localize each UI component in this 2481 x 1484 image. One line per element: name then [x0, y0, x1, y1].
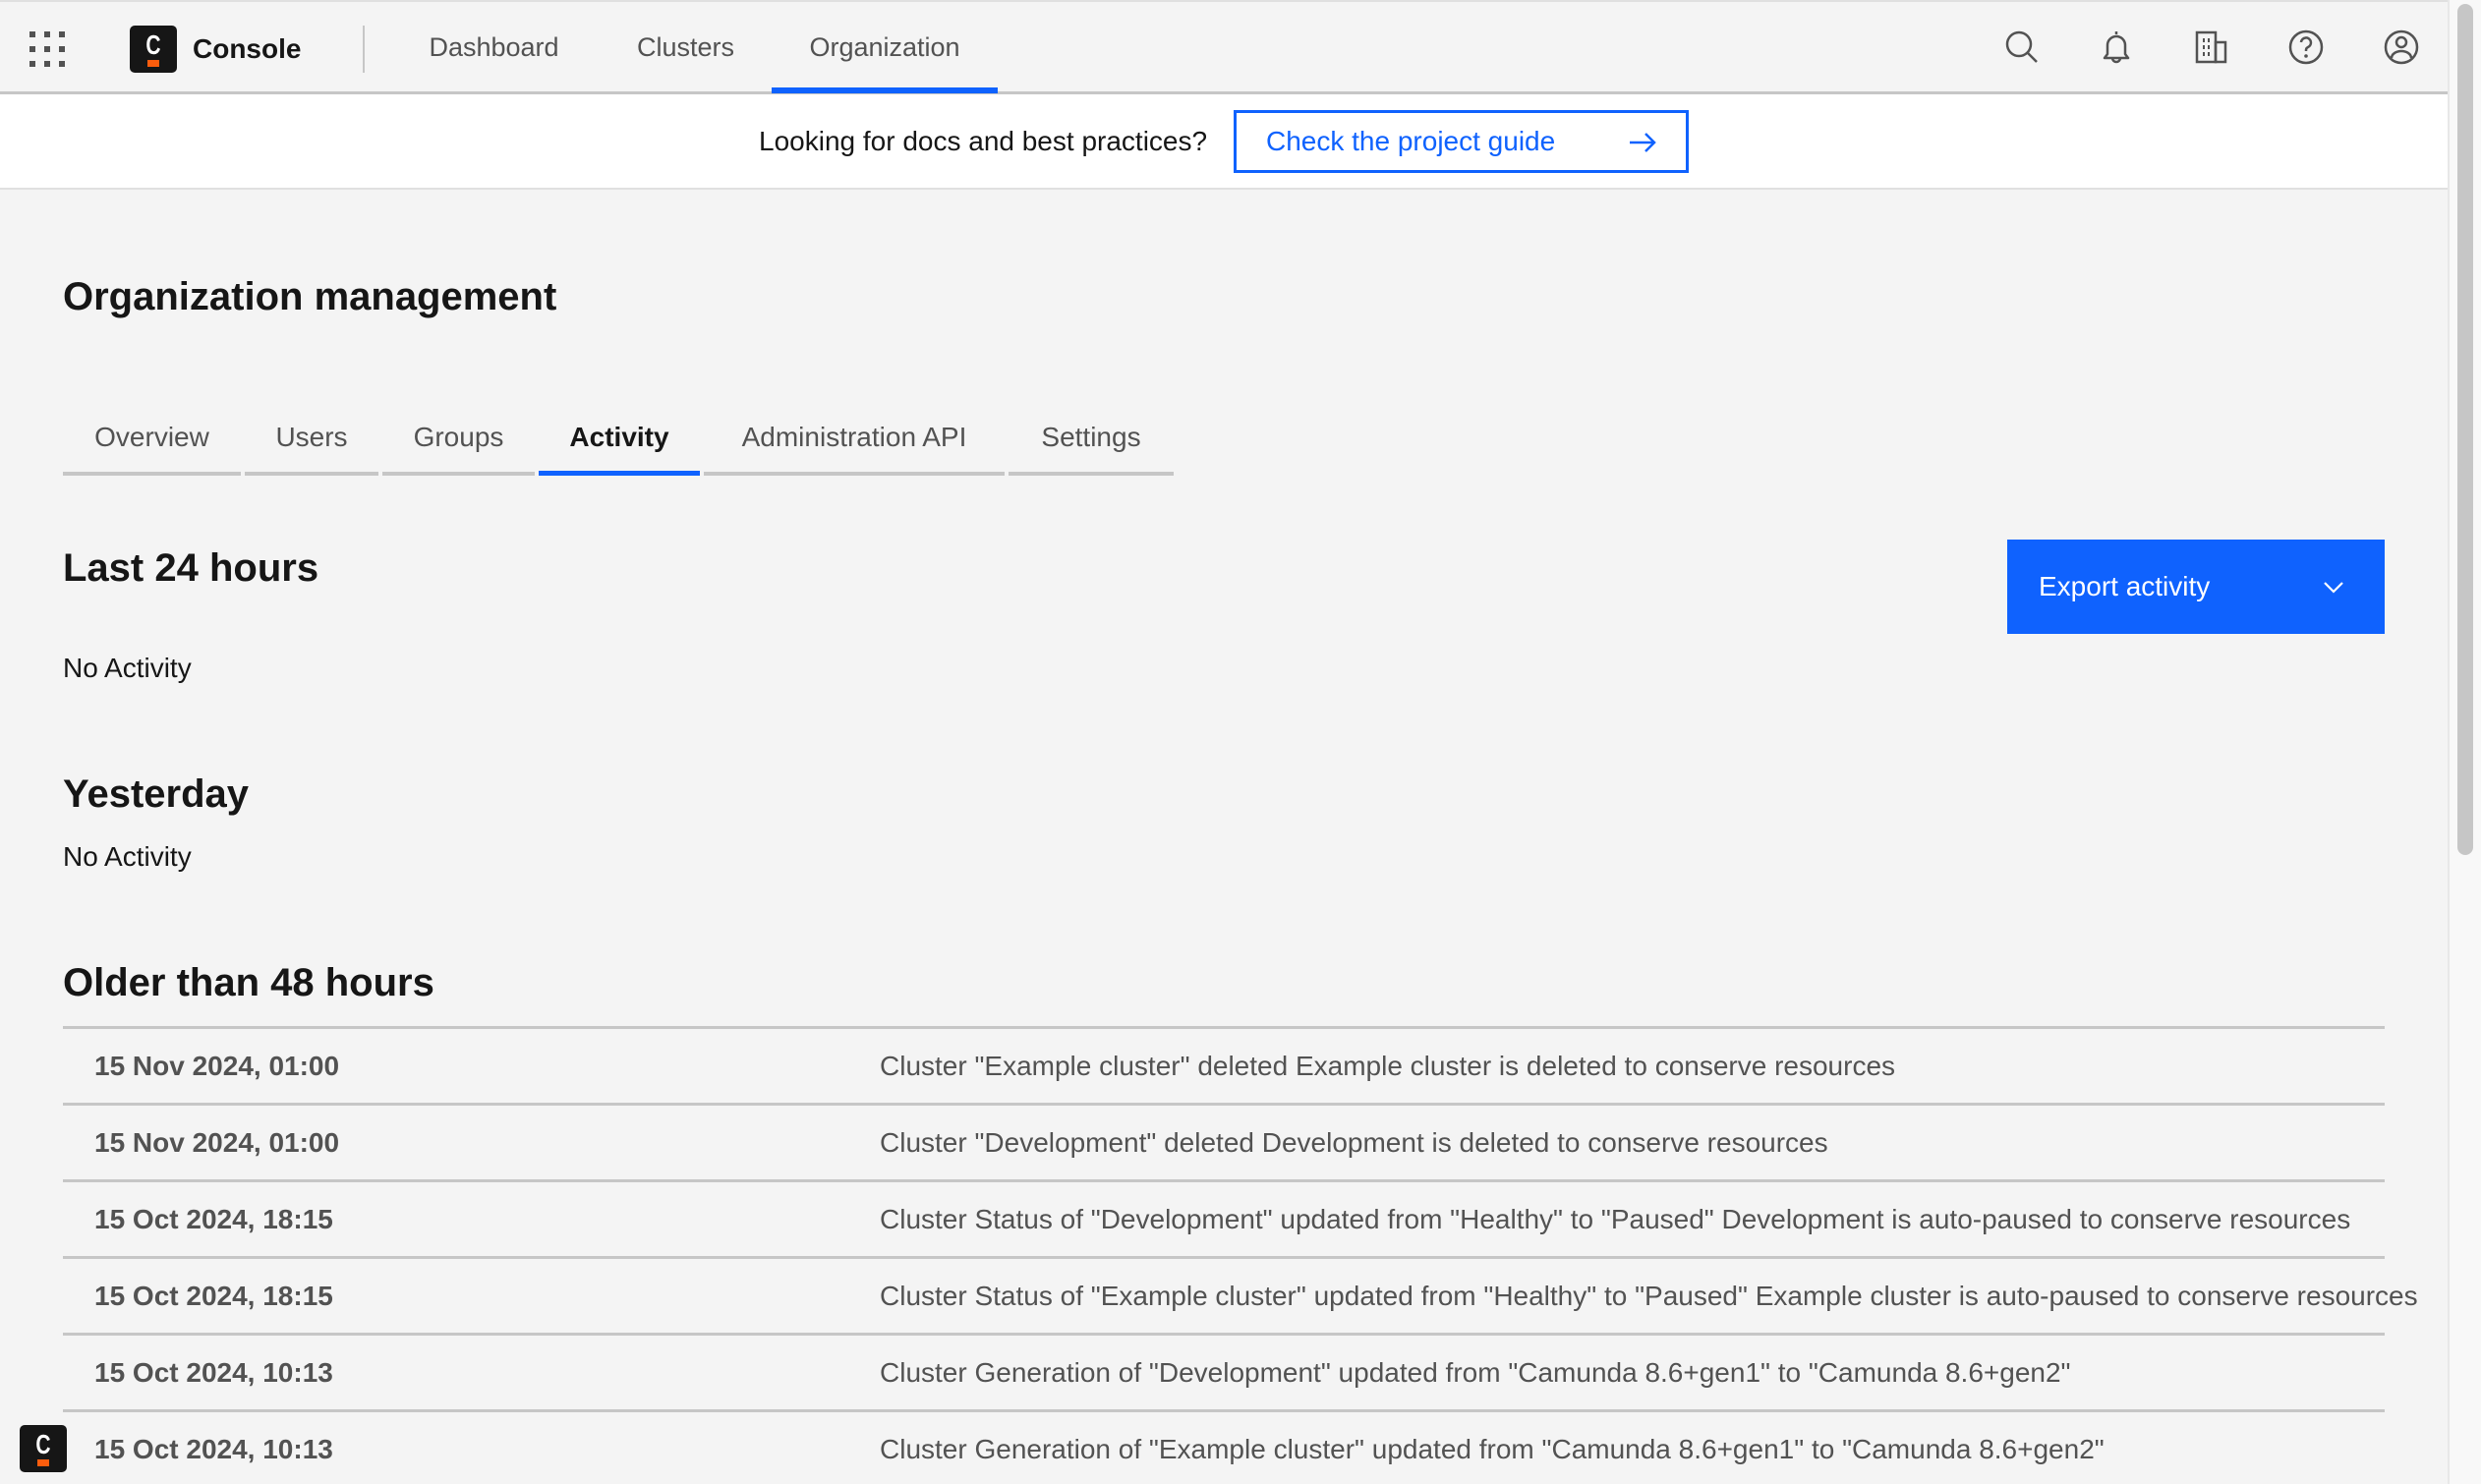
last-24-hours-empty-text: No Activity	[63, 653, 192, 683]
docs-banner: Looking for docs and best practices? Che…	[0, 94, 2448, 190]
activity-row: 15 Nov 2024, 01:00 Cluster "Example clus…	[63, 1026, 2385, 1103]
page-title: Organization management	[63, 275, 557, 318]
activity-description: Cluster "Development" deleted Developmen…	[880, 1127, 1828, 1158]
top-navigation: C Console Dashboard Clusters Organizatio…	[0, 0, 2448, 94]
activity-list: 15 Nov 2024, 01:00 Cluster "Example clus…	[63, 1026, 2418, 1484]
nav-divider	[363, 26, 365, 73]
export-activity-label: Export activity	[2039, 571, 2211, 601]
activity-row: 15 Oct 2024, 10:13 Cluster Generation of…	[63, 1409, 2385, 1484]
activity-description: Cluster Status of "Development" updated …	[880, 1204, 2351, 1234]
section-title-last-24-hours: Last 24 hours	[63, 546, 319, 590]
nav-link-organization[interactable]: Organization	[772, 2, 998, 93]
tab-users[interactable]: Users	[245, 407, 378, 476]
floating-brand-badge-icon[interactable]: C	[20, 1425, 67, 1472]
chevron-down-icon	[2324, 582, 2343, 594]
tab-activity[interactable]: Activity	[539, 407, 700, 476]
vertical-scrollbar[interactable]	[2448, 0, 2481, 1484]
tab-administration-api[interactable]: Administration API	[704, 407, 1005, 476]
user-avatar-icon[interactable]	[2382, 28, 2421, 67]
brand-logo-icon[interactable]: C	[130, 26, 177, 73]
project-guide-button[interactable]: Check the project guide	[1234, 110, 1689, 173]
organization-building-icon[interactable]	[2192, 28, 2231, 67]
nav-link-dashboard[interactable]: Dashboard	[402, 2, 586, 93]
help-icon[interactable]	[2286, 28, 2326, 67]
section-title-older-than-48-hours: Older than 48 hours	[63, 961, 434, 1004]
activity-row: 15 Oct 2024, 10:13 Cluster Generation of…	[63, 1333, 2385, 1409]
tab-overview[interactable]: Overview	[63, 407, 241, 476]
activity-date: 15 Oct 2024, 10:13	[94, 1434, 333, 1464]
activity-description: Cluster Status of "Example cluster" upda…	[880, 1281, 2418, 1311]
scrollbar-thumb[interactable]	[2457, 4, 2473, 855]
export-activity-button[interactable]: Export activity	[2007, 540, 2385, 634]
search-icon[interactable]	[2002, 28, 2042, 67]
activity-description: Cluster Generation of "Development" upda…	[880, 1357, 2071, 1388]
section-title-yesterday: Yesterday	[63, 772, 250, 816]
project-guide-label: Check the project guide	[1266, 126, 1556, 156]
activity-date: 15 Nov 2024, 01:00	[94, 1051, 340, 1081]
activity-date: 15 Oct 2024, 18:15	[94, 1204, 333, 1234]
activity-row: 15 Oct 2024, 18:15 Cluster Status of "De…	[63, 1179, 2385, 1256]
notification-bell-icon[interactable]	[2097, 28, 2136, 67]
activity-row: 15 Nov 2024, 01:00 Cluster "Development"…	[63, 1103, 2385, 1179]
activity-description: Cluster "Example cluster" deleted Exampl…	[880, 1051, 1896, 1081]
yesterday-empty-text: No Activity	[63, 841, 192, 872]
activity-description: Cluster Generation of "Example cluster" …	[880, 1434, 2105, 1464]
arrow-right-icon	[1630, 133, 1656, 152]
tab-settings[interactable]: Settings	[1009, 407, 1174, 476]
banner-text: Looking for docs and best practices?	[759, 126, 1208, 156]
activity-date: 15 Nov 2024, 01:00	[94, 1127, 340, 1158]
tab-groups[interactable]: Groups	[382, 407, 535, 476]
activity-row: 15 Oct 2024, 18:15 Cluster Status of "Ex…	[63, 1256, 2418, 1333]
app-viewport: C Console Dashboard Clusters Organizatio…	[0, 0, 2448, 1484]
app-switcher-grid-icon[interactable]	[29, 31, 65, 67]
nav-link-clusters[interactable]: Clusters	[609, 2, 762, 93]
activity-date: 15 Oct 2024, 18:15	[94, 1281, 333, 1311]
brand-name[interactable]: Console	[193, 29, 301, 69]
activity-date: 15 Oct 2024, 10:13	[94, 1357, 333, 1388]
